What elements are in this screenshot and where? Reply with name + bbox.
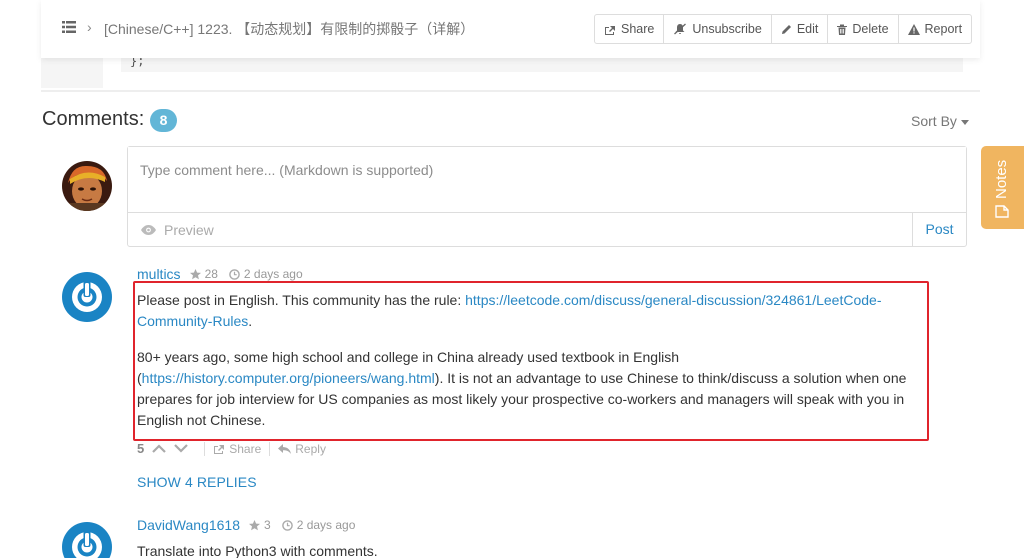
warning-icon bbox=[907, 23, 920, 35]
downvote-button[interactable] bbox=[174, 444, 189, 453]
share-label: Share bbox=[621, 22, 655, 36]
unsubscribe-button[interactable]: Unsubscribe bbox=[664, 15, 772, 43]
comments-heading: Comments: bbox=[42, 108, 145, 130]
list-icon[interactable] bbox=[62, 21, 76, 33]
reputation: 28 bbox=[189, 267, 218, 281]
chevron-up-icon bbox=[152, 444, 167, 453]
share-icon bbox=[605, 25, 615, 35]
comment-input[interactable] bbox=[128, 147, 966, 213]
vote-count: 5 bbox=[137, 441, 145, 456]
trash-icon bbox=[837, 24, 848, 35]
comment-author[interactable]: multics bbox=[137, 266, 181, 282]
star-icon bbox=[249, 519, 260, 530]
notes-label: Notes bbox=[993, 159, 1010, 199]
comment-time: 2 days ago bbox=[281, 518, 356, 532]
reputation-value: 28 bbox=[204, 267, 218, 281]
comment-share-button[interactable]: Share bbox=[213, 442, 261, 456]
current-user-avatar bbox=[62, 161, 112, 211]
clock-icon bbox=[281, 519, 293, 531]
edit-label: Edit bbox=[796, 22, 819, 36]
comment-text: Translate into Python3 with comments. bbox=[137, 543, 378, 558]
code-gutter bbox=[41, 58, 103, 88]
reply-button[interactable]: Reply bbox=[278, 442, 326, 456]
reputation: 3 bbox=[249, 518, 271, 532]
comment-author[interactable]: DavidWang1618 bbox=[137, 517, 240, 533]
sort-by-label: Sort By bbox=[911, 113, 957, 129]
reputation-value: 3 bbox=[264, 518, 271, 532]
topic-title: [Chinese/C++] 1223. 【动态规划】有限制的掷骰子（详解） bbox=[104, 21, 475, 37]
pencil-icon bbox=[781, 24, 791, 34]
clock-icon bbox=[229, 268, 240, 280]
edit-button[interactable]: Edit bbox=[772, 15, 829, 43]
comment-meta: DavidWang1618 3 2 days ago bbox=[137, 517, 355, 533]
comment-actions: 5 Share Reply bbox=[137, 441, 326, 456]
upvote-button[interactable] bbox=[152, 444, 167, 453]
comment-composer: Preview Post bbox=[127, 146, 967, 247]
unsubscribe-label: Unsubscribe bbox=[692, 22, 762, 36]
report-label: Report bbox=[924, 22, 963, 36]
code-snippet: }; bbox=[121, 54, 963, 72]
post-button[interactable]: Post bbox=[912, 213, 966, 246]
time-value: 2 days ago bbox=[296, 518, 356, 532]
reply-label: Reply bbox=[295, 441, 326, 456]
chevron-right-icon: › bbox=[87, 19, 92, 35]
comment-time: 2 days ago bbox=[229, 267, 303, 281]
star-icon bbox=[189, 268, 201, 279]
preview-label: Preview bbox=[164, 222, 214, 238]
notes-side-tab[interactable]: Notes bbox=[981, 146, 1024, 229]
preview-button[interactable]: Preview bbox=[141, 222, 214, 238]
delete-label: Delete bbox=[852, 22, 889, 36]
divider bbox=[41, 90, 980, 92]
reply-icon bbox=[278, 443, 292, 454]
commenter-avatar[interactable] bbox=[62, 272, 112, 322]
separator bbox=[204, 441, 206, 456]
comments-count-badge: 8 bbox=[150, 109, 177, 132]
chevron-down-icon bbox=[174, 444, 189, 453]
delete-button[interactable]: Delete bbox=[828, 15, 899, 43]
commenter-avatar[interactable] bbox=[62, 522, 112, 558]
share-icon bbox=[214, 445, 225, 454]
caret-down-icon bbox=[960, 119, 969, 125]
notes-tab-content: Notes bbox=[993, 160, 1010, 218]
note-icon bbox=[994, 205, 1009, 218]
topic-action-buttons: Share Unsubscribe Edit Delete Report bbox=[594, 14, 973, 44]
bell-slash-icon bbox=[674, 23, 687, 35]
share-button[interactable]: Share bbox=[595, 15, 665, 43]
time-value: 2 days ago bbox=[243, 267, 303, 281]
previous-code-block: }; bbox=[41, 54, 980, 88]
share-label: Share bbox=[229, 441, 262, 456]
separator bbox=[269, 441, 271, 456]
show-replies-button[interactable]: SHOW 4 REPLIES bbox=[137, 474, 257, 490]
report-button[interactable]: Report bbox=[899, 15, 972, 43]
highlight-annotation-box bbox=[133, 281, 929, 441]
comment-body: Translate into Python3 with comments. bbox=[137, 541, 917, 558]
eye-icon bbox=[141, 225, 156, 235]
comment-meta: multics 28 2 days ago bbox=[137, 266, 303, 282]
avatar-image bbox=[62, 161, 112, 211]
sort-by-dropdown[interactable]: Sort By bbox=[911, 113, 969, 129]
topic-header-bar: › [Chinese/C++] 1223. 【动态规划】有限制的掷骰子（详解） … bbox=[41, 0, 980, 58]
